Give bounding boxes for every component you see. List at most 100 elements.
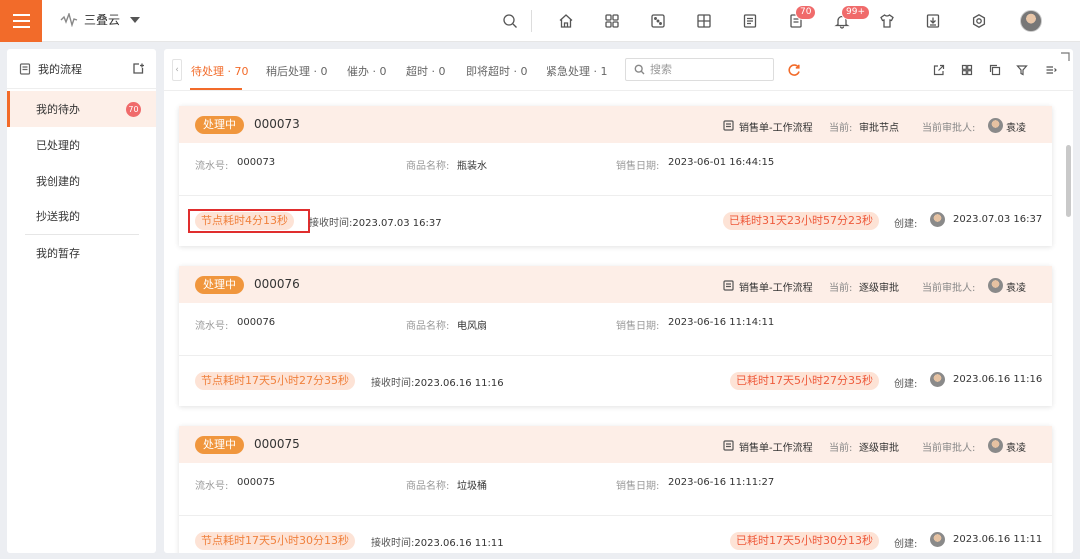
sidebar-item-label: 我的暂存 (36, 247, 80, 260)
card-divider (179, 355, 1052, 356)
current-node-label: 当前: (829, 283, 853, 294)
main-panel: ‹ 待处理 · 70 稍后处理 · 0 催办 · 0 超时 · 0 即将超时 ·… (164, 49, 1073, 553)
sidebar-item-label: 我的待办 (36, 103, 80, 116)
tab-scroll-left-button[interactable]: ‹ (172, 59, 182, 81)
brand-logo-icon (60, 12, 78, 27)
product-label: 商品名称: (406, 161, 450, 172)
status-badge: 处理中 (195, 116, 244, 134)
sale-date-value: 2023-06-01 16:44:15 (668, 157, 775, 168)
tab-bar: ‹ 待处理 · 70 稍后处理 · 0 催办 · 0 超时 · 0 即将超时 ·… (164, 49, 1073, 91)
list-menu-icon[interactable] (1045, 64, 1057, 76)
receive-time: 接收时间:2023.06.16 11:16 (371, 378, 504, 389)
add-flow-icon[interactable] (132, 62, 145, 75)
sidebar-title: 我的流程 (38, 62, 82, 76)
sidebar-item-cc[interactable]: 抄送我的 (7, 198, 156, 234)
bell-icon[interactable]: 99+ (833, 5, 870, 30)
card-divider (179, 515, 1052, 516)
tab-timeout[interactable]: 超时 · 0 (406, 63, 446, 79)
apps-grid-icon[interactable] (603, 12, 621, 30)
current-node-label: 当前: (829, 443, 853, 454)
search-field[interactable] (625, 58, 774, 81)
download-icon[interactable] (924, 12, 942, 30)
creator-label: 创建: (894, 539, 918, 550)
task-card[interactable]: 处理中 000076 销售单-工作流程 当前: 逐级审批 当前审批人: 袁凌 流… (179, 266, 1052, 406)
sidebar-header: 我的流程 (7, 49, 156, 89)
user-avatar[interactable] (1020, 10, 1042, 32)
task-card-header: 处理中 000076 销售单-工作流程 当前: 逐级审批 当前审批人: 袁凌 (179, 266, 1052, 303)
message-badge: 70 (795, 5, 817, 20)
sidebar-item-label: 抄送我的 (36, 210, 80, 223)
task-card[interactable]: 处理中 000073 销售单-工作流程 当前: 审批节点 当前审批人: 袁凌 流… (179, 106, 1052, 246)
bell-badge: 99+ (841, 5, 870, 20)
menu-button[interactable] (0, 0, 42, 42)
dice-icon[interactable] (649, 12, 667, 30)
node-elapsed-pill: 节点耗时17天5小时27分35秒 (195, 372, 355, 390)
product-label: 商品名称: (406, 321, 450, 332)
sidebar-item-drafts[interactable]: 我的暂存 (7, 235, 156, 271)
task-card[interactable]: 处理中 000075 销售单-工作流程 当前: 逐级审批 当前审批人: 袁凌 流… (179, 426, 1052, 553)
task-card-header: 处理中 000073 销售单-工作流程 当前: 审批节点 当前审批人: 袁凌 (179, 106, 1052, 143)
fullscreen-corner-icon[interactable] (1060, 52, 1070, 62)
menu-icon (12, 14, 30, 16)
sidebar-item-processed[interactable]: 已处理的 (7, 127, 156, 163)
approver-label: 当前审批人: (922, 123, 976, 134)
sidebar-item-my-todo[interactable]: 我的待办 70 (7, 91, 156, 127)
current-node-label: 当前: (829, 123, 853, 134)
total-elapsed-pill: 已耗时31天23小时57分23秒 (723, 212, 879, 230)
created-time: 2023.07.03 16:37 (953, 214, 1043, 225)
sale-date-value: 2023-06-16 11:14:11 (668, 317, 775, 328)
export-icon[interactable] (933, 64, 945, 76)
receive-time: 接收时间:2023.06.16 11:11 (371, 538, 504, 549)
serial-value: 000075 (237, 477, 276, 488)
grid-view-icon[interactable] (961, 64, 973, 76)
tab-urgent[interactable]: 紧急处理 · 1 (546, 63, 608, 79)
current-node-value: 逐级审批 (859, 443, 899, 454)
message-icon[interactable]: 70 (787, 5, 817, 30)
approver-name: 袁凌 (1006, 443, 1026, 454)
sale-date-label: 销售日期: (616, 161, 660, 172)
brand-name: 三叠云 (84, 13, 121, 27)
approver-name: 袁凌 (1006, 283, 1026, 294)
settings-icon[interactable] (970, 12, 988, 30)
created-time: 2023.06.16 11:16 (953, 374, 1043, 385)
serial-value: 000076 (237, 317, 276, 328)
search-icon (634, 64, 645, 75)
scrollbar[interactable] (1063, 91, 1073, 553)
scrollbar-thumb[interactable] (1066, 145, 1071, 217)
creator-avatar (930, 372, 945, 387)
flow-name: 销售单-工作流程 (739, 443, 813, 454)
creator-label: 创建: (894, 379, 918, 390)
tab-near-timeout[interactable]: 即将超时 · 0 (466, 63, 528, 79)
search-icon[interactable] (501, 12, 519, 30)
workspace-switcher[interactable]: 三叠云 (60, 11, 141, 28)
sale-date-label: 销售日期: (616, 321, 660, 332)
approver-label: 当前审批人: (922, 283, 976, 294)
approver-avatar (988, 278, 1003, 293)
task-number: 000076 (254, 277, 300, 291)
tab-later[interactable]: 稍后处理 · 0 (266, 63, 328, 79)
creator-label: 创建: (894, 219, 918, 230)
highlight-box (188, 209, 310, 233)
sidebar-item-label: 我创建的 (36, 175, 80, 188)
approver-avatar (988, 118, 1003, 133)
checklist-icon[interactable] (741, 12, 759, 30)
refresh-icon[interactable] (787, 63, 801, 77)
sidebar: 我的流程 我的待办 70 已处理的 我创建的 抄送我的 我的暂存 (7, 49, 156, 553)
toolbar-divider (531, 10, 532, 32)
task-number: 000073 (254, 117, 300, 131)
serial-value: 000073 (237, 157, 276, 168)
copy-icon[interactable] (989, 64, 1001, 76)
tab-pending[interactable]: 待处理 · 70 (191, 63, 249, 79)
sale-date-value: 2023-06-16 11:11:27 (668, 477, 775, 488)
tab-urge[interactable]: 催办 · 0 (347, 63, 387, 79)
serial-label: 流水号: (195, 321, 229, 332)
skin-icon[interactable] (878, 12, 896, 30)
serial-label: 流水号: (195, 481, 229, 492)
widgets-icon[interactable] (695, 12, 713, 30)
search-input[interactable] (650, 63, 760, 76)
chevron-down-icon (130, 16, 141, 23)
home-icon[interactable] (557, 12, 575, 30)
todo-count-badge: 70 (126, 102, 141, 117)
filter-icon[interactable] (1016, 64, 1028, 76)
sidebar-item-created[interactable]: 我创建的 (7, 163, 156, 199)
